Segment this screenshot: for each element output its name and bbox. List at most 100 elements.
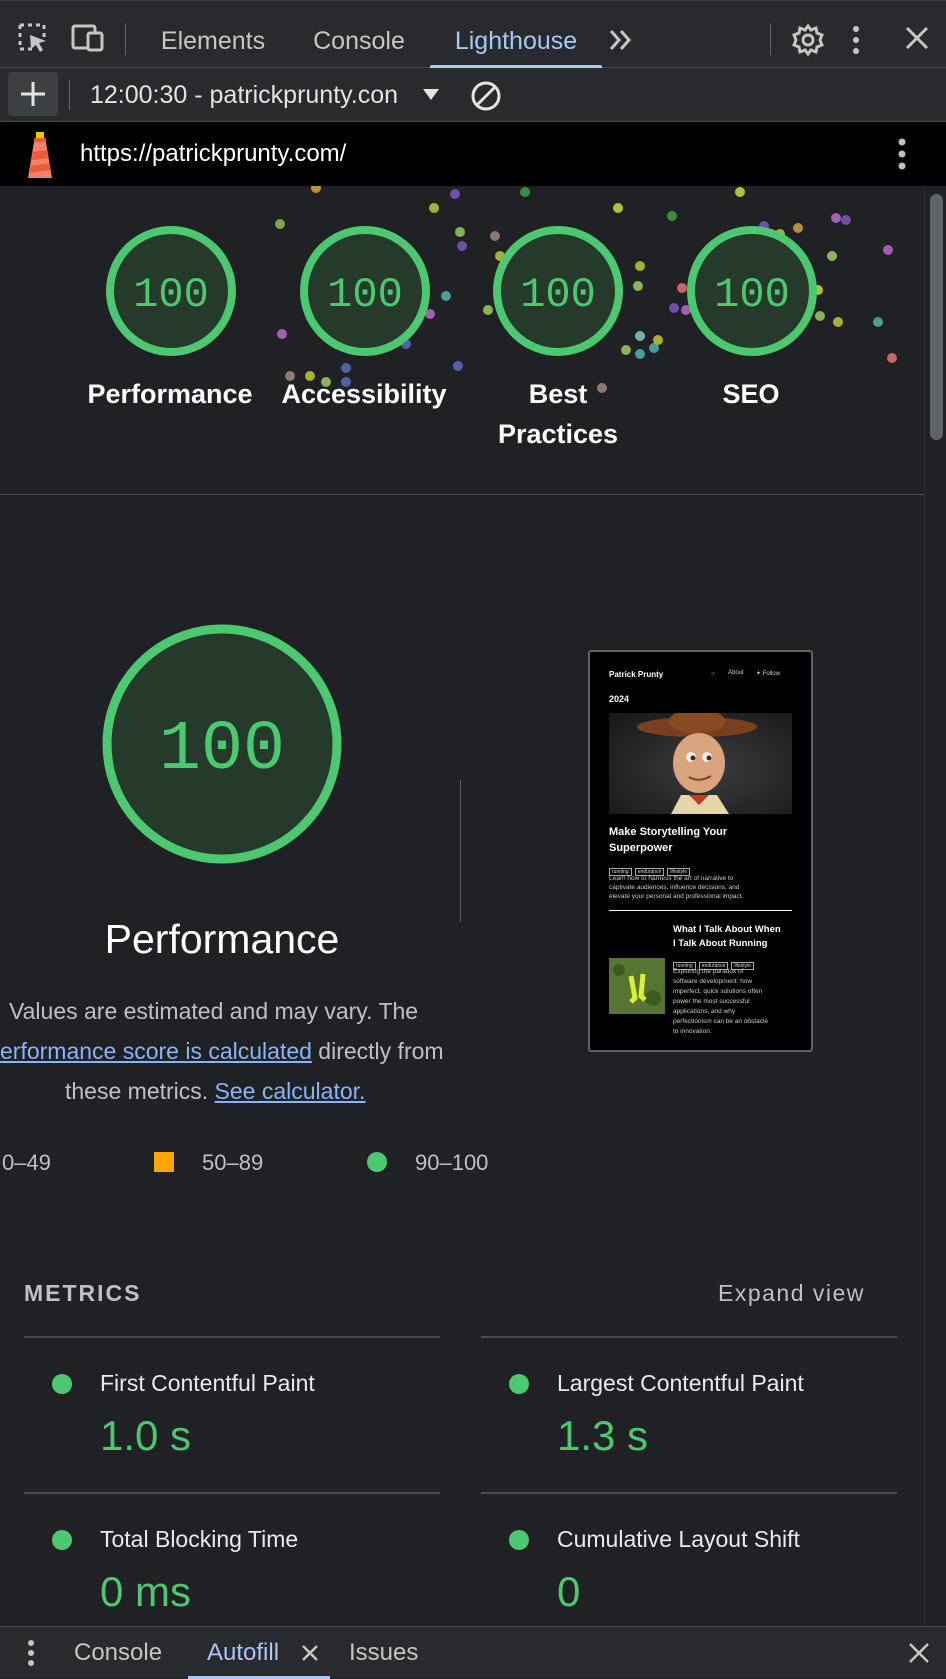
close-autofill-tab-icon[interactable] [300, 1643, 320, 1668]
gauge-performance[interactable]: 100 [104, 224, 238, 358]
final-screenshot-thumbnail[interactable]: Patrick Prunty ☼ About ✦ Follow 2024 Mak… [588, 650, 813, 1052]
report-url[interactable]: https://patrickprunty.com/ [80, 122, 346, 186]
score-calculated-link[interactable]: erformance score is calculated [0, 1038, 312, 1064]
metric-pass-icon [52, 1530, 72, 1550]
thumb-post2-desc-line: to innovation. [673, 1028, 712, 1035]
confetti-dot [453, 361, 463, 371]
inspect-element-icon[interactable] [16, 21, 50, 55]
thumb-post2-desc-line: perfectionism can be an obstacle [673, 1018, 769, 1025]
confetti-dot [441, 291, 451, 301]
gauge-score: 100 [714, 271, 790, 319]
metric-name-lcp: Largest Contentful Paint [557, 1370, 804, 1396]
thumb-divider [609, 910, 792, 911]
thumb-follow-text: Follow [762, 671, 781, 677]
section-divider [0, 494, 924, 495]
more-vertical-icon[interactable] [850, 23, 862, 57]
devtools-main-toolbar: Elements Console Lighthouse [0, 0, 946, 68]
thumb-post1-desc-line2: captivate audiences, influence decisions… [609, 884, 740, 891]
close-drawer-icon[interactable] [908, 1642, 930, 1669]
thumb-post2-desc-line: power the most successful [673, 998, 750, 1005]
confetti-dot [827, 251, 837, 261]
scrollbar-thumb[interactable] [930, 194, 943, 440]
tab-lighthouse[interactable]: Lighthouse [430, 1, 602, 68]
gauge-thumbnail-divider [460, 780, 461, 922]
toolbar-separator [770, 23, 771, 55]
clear-all-block-icon[interactable] [470, 80, 502, 117]
drawer-toolbar: Console Autofill Issues [0, 1626, 946, 1679]
device-toolbar-icon[interactable] [70, 21, 104, 55]
thumb-post2-title-line1: What I Talk About When [673, 924, 781, 935]
gauge-label-performance: Performance [87, 379, 253, 409]
gauge-score: 100 [520, 271, 596, 319]
metric-value-fcp: 1.0 s [100, 1412, 192, 1459]
thumb-sun-icon: ☼ [710, 670, 717, 677]
confetti-dot [841, 215, 851, 225]
thumb-post2-title-line2: I Talk About Running [673, 938, 768, 949]
new-report-button[interactable] [8, 72, 58, 116]
tab-elements[interactable]: Elements [150, 1, 276, 68]
confetti-dot [635, 349, 645, 359]
thumb-post2-desc-line: Exploring the paradox of [673, 968, 744, 975]
drawer-menu-icon[interactable] [26, 1639, 36, 1672]
thumb-hero-image [609, 713, 792, 814]
gauge-accessibility[interactable]: 100 [298, 224, 432, 358]
report-select-dropdown[interactable]: 12:00:30 - patrickprunty.con [90, 68, 410, 122]
triangle-down-icon[interactable] [422, 88, 440, 107]
performance-description-text: these metrics. [65, 1078, 209, 1104]
confetti-dot [635, 331, 645, 341]
gauge-label-accessibility: Accessibility [281, 379, 447, 409]
thumb-post2-desc-line: software development: how [673, 978, 753, 985]
metric-name-tbt: Total Blocking Time [100, 1526, 299, 1552]
thumb-post2-desc-line: applications, and why [673, 1008, 736, 1015]
close-devtools-icon[interactable] [904, 25, 938, 59]
confetti-dot [277, 329, 287, 339]
confetti-dot [633, 281, 643, 291]
drawer-tab-autofill[interactable]: Autofill [207, 1627, 279, 1679]
drawer-tab-issues[interactable]: Issues [349, 1627, 418, 1679]
report-bar-separator [69, 80, 70, 110]
settings-gear-icon[interactable] [791, 23, 825, 57]
tab-console[interactable]: Console [300, 1, 418, 68]
confetti-dot [455, 227, 465, 237]
metric-divider [481, 1336, 897, 1338]
confetti-dot [635, 261, 645, 271]
report-menu-icon[interactable] [896, 136, 908, 177]
performance-description-line2: erformance score is calculated directly … [0, 1038, 444, 1065]
gauge-label-best-practices-line2: Practices [497, 419, 619, 449]
expand-view-toggle[interactable]: Expand view [718, 1280, 865, 1307]
performance-description-line3: these metrics. See calculator. [65, 1078, 365, 1105]
legend-pass-range: 90–100 [415, 1150, 489, 1175]
see-calculator-link[interactable]: See calculator. [215, 1078, 366, 1104]
gauge-best-practices[interactable]: 100 [491, 224, 625, 358]
lighthouse-report-bar: 12:00:30 - patrickprunty.con [0, 68, 946, 122]
more-tabs-icon[interactable] [606, 25, 640, 59]
gauge-score: 100 [327, 271, 403, 319]
legend-pass-circle-icon [367, 1152, 387, 1172]
thumb-post1-title-line2: Superpower [609, 842, 673, 854]
confetti-dot [667, 211, 677, 221]
confetti-dot [429, 203, 439, 213]
drawer-tab-console[interactable]: Console [74, 1627, 162, 1679]
thumb-nav-follow: ✦ Follow [756, 670, 780, 677]
performance-big-gauge: 100 [102, 624, 342, 864]
thumb-year: 2024 [609, 694, 630, 704]
plus-icon [21, 82, 45, 106]
metric-value-tbt: 0 ms [100, 1568, 192, 1615]
confetti-dot [457, 241, 467, 251]
confetti-dot [653, 335, 663, 345]
screenshot-content: Patrick Prunty ☼ About ✦ Follow 2024 Mak… [598, 660, 803, 1044]
confetti-dot [883, 245, 893, 255]
gauge-seo[interactable]: 100 [685, 224, 819, 358]
confetti-dot [311, 186, 321, 193]
lighthouse-logo-icon [22, 130, 58, 185]
thumb-site-name: Patrick Prunty [609, 670, 664, 679]
confetti-dot [520, 187, 530, 197]
metric-divider [481, 1492, 897, 1494]
legend-average-range: 50–89 [202, 1150, 264, 1175]
confetti-dot [275, 219, 285, 229]
report-scrollbar[interactable] [924, 186, 946, 1626]
thumb-post2-desc-line: imperfect, quick solutions often [673, 988, 763, 995]
performance-description-text: directly from [311, 1038, 444, 1064]
metric-divider [24, 1336, 440, 1338]
confetti-dot [887, 353, 897, 363]
